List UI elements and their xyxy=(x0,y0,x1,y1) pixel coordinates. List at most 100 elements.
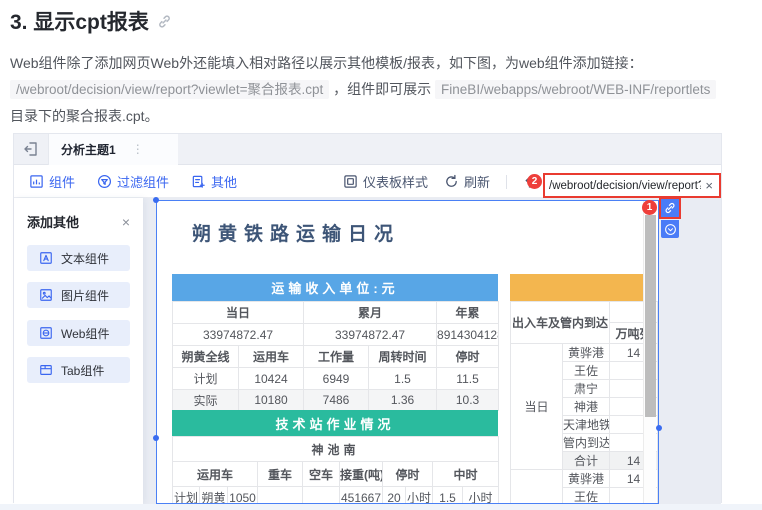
station-col-header: 接重(吨) xyxy=(339,461,383,487)
para-line-1: Web组件除了添加网页Web外还能填入相对路径以展示其他模板/报表，如下图，为w… xyxy=(10,55,643,71)
table-cell: 7486 xyxy=(303,389,370,411)
station-col-header: 停时 xyxy=(382,461,433,487)
clear-url-icon[interactable]: × xyxy=(701,178,713,193)
sidebar-item-image-component[interactable]: 图片组件 xyxy=(27,282,130,308)
table-cell: 10.3 xyxy=(436,389,500,411)
station-cell: 天津地铁 xyxy=(561,415,611,434)
sidebar-item-label: Tab组件 xyxy=(61,363,105,378)
station-col-header: 中时 xyxy=(431,461,500,487)
table-cell: 1.5 xyxy=(432,486,463,503)
station-cell: 管内到达 xyxy=(561,433,611,452)
station-cell: 黄骅港 xyxy=(561,469,611,488)
table-cell: 小时 xyxy=(461,486,500,503)
metric-header: 工作量 xyxy=(303,345,370,368)
web-component-icon xyxy=(39,326,53,340)
table-cell: 1.5 xyxy=(368,367,438,390)
station-col-header: 运用车 xyxy=(172,461,258,487)
inout-table: 出入车及管内到达 万吨列 当日 黄骅港 14 王佐 肃宁 神港 天津地铁 管内到… xyxy=(509,301,658,503)
dashboard-style-label: 仪表板样式 xyxy=(362,175,428,190)
image-component-icon xyxy=(39,288,53,302)
station-name: 神池南 xyxy=(171,436,500,462)
selection-handle[interactable] xyxy=(656,425,662,431)
metric-header: 运用车 xyxy=(237,345,305,368)
selection-handle[interactable] xyxy=(153,197,159,203)
metric-header: 停时 xyxy=(436,345,500,368)
metric-header: 朔黄全线 xyxy=(172,345,239,368)
code-path-reportlets: FineBI/webapps/webroot/WEB-INF/reportlet… xyxy=(435,80,717,99)
dashboard-style-button[interactable]: 仪表板样式 xyxy=(343,172,428,191)
edit-link-button[interactable] xyxy=(659,197,681,219)
tab-label: 分析主题1 xyxy=(61,142,116,157)
sidebar-item-label: 图片组件 xyxy=(61,288,110,303)
period-header: 年累 xyxy=(436,301,500,324)
component-icon xyxy=(29,174,44,189)
report-title: 朔黄铁路运输日况 xyxy=(192,224,401,245)
table-cell xyxy=(257,486,303,503)
anchor-link-icon[interactable] xyxy=(157,14,172,29)
sidebar-item-web-component[interactable]: Web组件 xyxy=(27,320,130,346)
station-cell: 王佐 xyxy=(561,487,611,503)
collapse-button[interactable] xyxy=(661,220,679,238)
refresh-icon xyxy=(444,174,459,189)
refresh-button[interactable]: 刷新 xyxy=(444,172,490,191)
chevron-down-circle-icon xyxy=(664,223,677,236)
income-value: 33974872.47 xyxy=(171,323,305,346)
table-cell: 6949 xyxy=(303,367,370,390)
tab-more-icon[interactable]: ⋮ xyxy=(132,142,144,156)
station-cell: 神港 xyxy=(561,397,611,416)
station-col-header: 重车 xyxy=(257,461,303,487)
tab-component-icon xyxy=(39,363,53,377)
table-cell: 451667 xyxy=(339,486,383,503)
income-table: 当日 累月 年累 33974872.47 33974872.47 8914304… xyxy=(171,301,500,411)
metric-header: 周转时间 xyxy=(368,345,438,368)
station-cell: 黄骅港 xyxy=(561,343,611,362)
component-label: 组件 xyxy=(49,174,76,190)
table-cell xyxy=(302,486,340,503)
para-line-3: 目录下的聚合报表.cpt。 xyxy=(10,108,159,124)
table-cell: 实际 xyxy=(172,389,239,411)
link-icon xyxy=(664,202,676,214)
component-button[interactable]: 组件 xyxy=(29,172,75,191)
filter-component-label: 过滤组件 xyxy=(117,174,170,190)
finebi-window: 分析主题1 ⋮ 组件 过滤组件 其他 仪表板样式 刷新 /webroot/dec… xyxy=(13,133,722,504)
doc-paragraph: Web组件除了添加网页Web外还能填入相对路径以展示其他模板/报表，如下图，为w… xyxy=(10,50,758,129)
income-value: 33974872.47 xyxy=(303,323,438,346)
heading-text: 3. 显示cpt报表 xyxy=(10,11,149,34)
url-value: /webroot/decision/view/report?viewlet xyxy=(549,179,701,192)
sidebar-item-tab-component[interactable]: Tab组件 xyxy=(27,357,130,383)
report-scrollbar-thumb[interactable] xyxy=(645,215,656,417)
exit-icon xyxy=(23,141,39,157)
other-button[interactable]: 其他 xyxy=(191,172,237,191)
selection-handle[interactable] xyxy=(153,435,159,441)
table-cell: 计划 xyxy=(172,367,239,390)
group-label: 当日 xyxy=(510,343,563,470)
toolbar-divider xyxy=(506,174,507,189)
web-component-url-input[interactable]: /webroot/decision/view/report?viewlet × xyxy=(543,173,721,198)
refresh-label: 刷新 xyxy=(463,175,490,190)
total-cell: 合计 xyxy=(561,451,611,470)
dashboard-style-icon xyxy=(343,174,358,189)
page-bottom-strip xyxy=(0,504,762,510)
text-component-icon xyxy=(39,251,53,265)
dashboard-body: 添加其他 × 文本组件 图片组件 Web组件 Tab组件 朔黄铁路运输日况 运输… xyxy=(14,197,721,504)
panel-close-icon[interactable]: × xyxy=(122,214,130,230)
tab-analysis-subject[interactable]: 分析主题1 ⋮ xyxy=(48,133,178,165)
inout-header: 出入车及管内到达 xyxy=(509,301,611,344)
exit-button[interactable] xyxy=(14,141,48,157)
period-header: 当日 xyxy=(171,301,305,324)
web-component-canvas[interactable]: 朔黄铁路运输日况 运输收入单位:元 当日 累月 年累 33974872.47 3… xyxy=(156,200,659,504)
report-scrollbar[interactable] xyxy=(643,201,656,503)
sidebar-item-label: 文本组件 xyxy=(61,251,110,266)
inout-table-header-bar xyxy=(510,274,645,301)
group-label xyxy=(510,469,563,503)
annotation-badge-2: 2 xyxy=(527,174,542,189)
table-cell: 11.5 xyxy=(436,367,500,390)
period-header: 累月 xyxy=(303,301,438,324)
sidebar-item-text-component[interactable]: 文本组件 xyxy=(27,245,130,271)
filter-component-button[interactable]: 过滤组件 xyxy=(97,172,169,191)
filter-icon xyxy=(97,174,112,189)
para-mid-text: ，组件即可展示 xyxy=(333,81,432,97)
sidebar-item-label: Web组件 xyxy=(61,326,110,341)
table-cell: 计划 xyxy=(172,486,200,503)
annotation-badge-1: 1 xyxy=(642,200,657,215)
